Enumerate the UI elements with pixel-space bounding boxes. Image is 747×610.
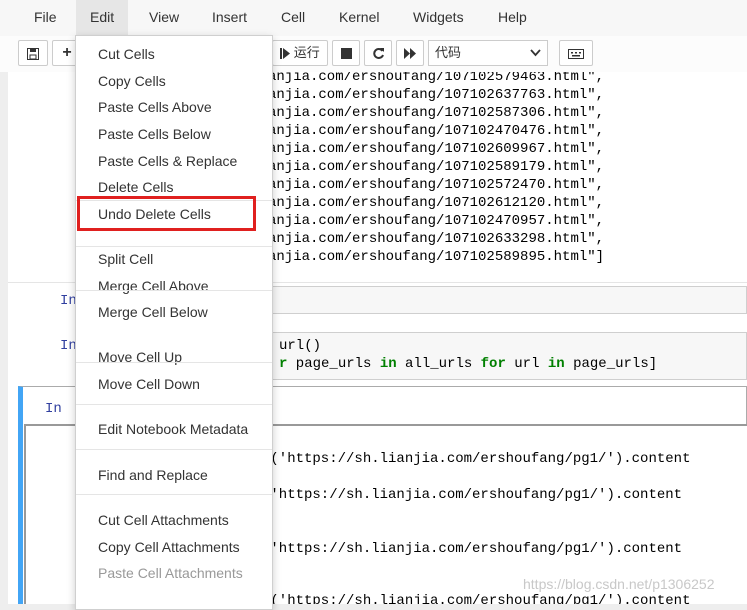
menu-view[interactable]: View: [135, 0, 193, 36]
edit-menu-item: Paste Cell Attachments: [98, 565, 243, 581]
menu-file[interactable]: File: [20, 0, 71, 36]
edit-menu-item[interactable]: Paste Cells Below: [76, 122, 272, 146]
menubar: File Edit View Insert Cell Kernel Widget…: [0, 0, 747, 37]
code-line: url(): [279, 338, 322, 354]
chevron-down-icon: [530, 41, 541, 73]
edit-menu-dropdown: Cut Cells Copy Cells Paste Cells Above Past…: [75, 35, 273, 610]
save-button[interactable]: [18, 40, 48, 66]
edit-menu-item[interactable]: Paste Cells Above: [76, 95, 272, 119]
menu-divider: [76, 404, 272, 405]
edit-menu-item[interactable]: Copy Cells: [76, 69, 272, 93]
cell-type-value: 代码: [435, 45, 462, 60]
stop-button[interactable]: [332, 40, 360, 66]
edit-menu-item[interactable]: Copy Cell Attachments: [76, 535, 272, 559]
output-line: t('https://sh.lianjia.com/ershoufang/pg1…: [262, 451, 691, 467]
code-cell-input[interactable]: url() r page_urls in all_urls for url in…: [272, 332, 747, 380]
menu-divider: [76, 290, 272, 291]
edit-menu-item[interactable]: Merge Cell Below: [76, 300, 272, 324]
menu-cell[interactable]: Cell: [267, 0, 319, 36]
output-line: ('https://sh.lianjia.com/ershoufang/pg1/…: [262, 487, 683, 503]
code-line: r page_urls in all_urls for url in page_…: [279, 356, 658, 372]
menu-divider: [76, 449, 272, 450]
run-label: 运行: [293, 45, 320, 60]
output-line: anjia.com/ershoufang/107102589895.html"]: [268, 249, 605, 265]
save-icon: [27, 45, 39, 60]
output-line: anjia.com/ershoufang/107102470476.html",: [268, 123, 605, 139]
output-line: anjia.com/ershoufang/107102637763.html",: [268, 87, 605, 103]
output-line: anjia.com/ershoufang/107102633298.html",: [268, 231, 605, 247]
edit-menu-item[interactable]: Move Cell Up: [76, 345, 272, 369]
stop-icon: [340, 45, 352, 60]
edit-menu-item[interactable]: Merge Cell Above: [76, 274, 272, 298]
output-line: anjia.com/ershoufang/107102572470.html",: [268, 177, 605, 193]
edit-menu-item[interactable]: Find and Replace: [76, 463, 272, 487]
menu-kernel[interactable]: Kernel: [325, 0, 393, 36]
edit-menu-item[interactable]: Cut Cells: [76, 42, 272, 66]
menu-widgets[interactable]: Widgets: [399, 0, 478, 36]
output-line: anjia.com/ershoufang/107102579463.html",: [268, 72, 605, 85]
fast-forward-icon: [403, 45, 417, 60]
output-line: anjia.com/ershoufang/107102587306.html",: [268, 105, 605, 121]
menu-insert[interactable]: Insert: [198, 0, 261, 36]
plus-icon: +: [62, 44, 72, 61]
edit-menu-item[interactable]: Paste Cells & Replace: [76, 149, 272, 173]
edit-menu-item[interactable]: Edit Notebook Metadata: [76, 417, 272, 441]
menu-divider: [76, 362, 272, 363]
output-line: ('https://sh.lianjia.com/ershoufang/pg1/…: [262, 541, 683, 557]
output-line: anjia.com/ershoufang/107102609967.html",: [268, 141, 605, 157]
input-prompt: In: [45, 401, 62, 417]
cell-output-urls: anjia.com/ershoufang/107102579463.html",…: [268, 72, 604, 266]
edit-menu-item[interactable]: Split Cell: [76, 247, 272, 271]
output-line: anjia.com/ershoufang/107102612120.html",: [268, 195, 605, 211]
cell-type-select[interactable]: 代码: [428, 40, 548, 66]
restart-icon: [372, 45, 385, 60]
menu-divider: [76, 246, 272, 247]
code-cell-input[interactable]: [272, 286, 747, 314]
output-line: anjia.com/ershoufang/107102470957.html",: [268, 213, 605, 229]
output-line: anjia.com/ershoufang/107102589179.html",: [268, 159, 605, 175]
watermark: https://blog.csdn.net/p1306252: [523, 576, 715, 592]
edit-menu-item[interactable]: Move Cell Down: [76, 372, 272, 396]
undo-delete-highlight: [77, 196, 256, 231]
output-line: t('https://sh.lianjia.com/ershoufang/pg1…: [262, 593, 691, 604]
run-button[interactable]: 运行: [272, 40, 328, 66]
menu-help[interactable]: Help: [484, 0, 541, 36]
menu-divider: [76, 494, 272, 495]
fast-forward-button[interactable]: [396, 40, 424, 66]
restart-button[interactable]: [364, 40, 392, 66]
command-palette-button[interactable]: [559, 40, 593, 66]
run-icon: [280, 45, 294, 60]
edit-menu-item[interactable]: Cut Cell Attachments: [76, 508, 272, 532]
menu-edit[interactable]: Edit: [76, 0, 129, 36]
keyboard-icon: [568, 45, 584, 60]
